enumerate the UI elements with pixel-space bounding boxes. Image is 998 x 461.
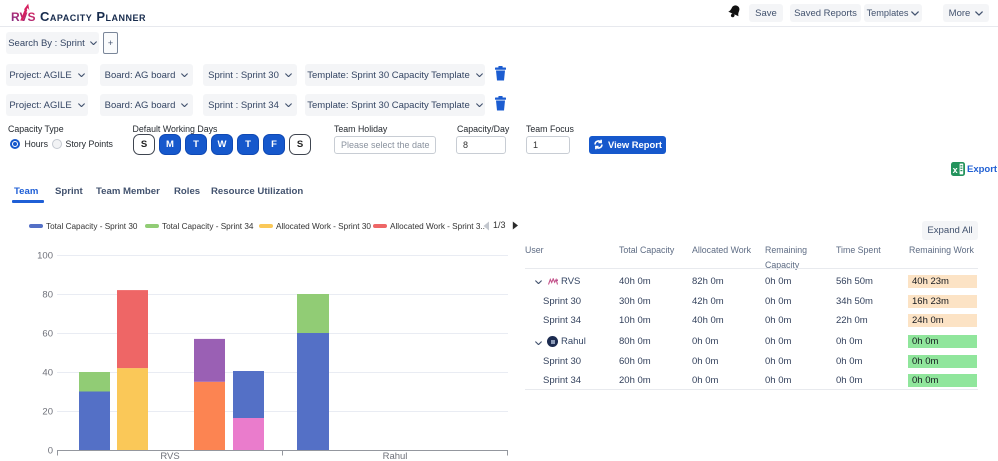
svg-text:x: x <box>953 165 958 175</box>
svg-text:40: 40 <box>42 368 53 379</box>
svg-text:0: 0 <box>48 446 53 457</box>
svg-text:Rahul: Rahul <box>383 451 408 461</box>
svg-text:RVS: RVS <box>160 451 179 461</box>
svg-text:100: 100 <box>37 251 53 262</box>
svg-text:20: 20 <box>42 407 53 418</box>
svg-text:60: 60 <box>42 329 53 340</box>
svg-text:80: 80 <box>42 290 53 301</box>
